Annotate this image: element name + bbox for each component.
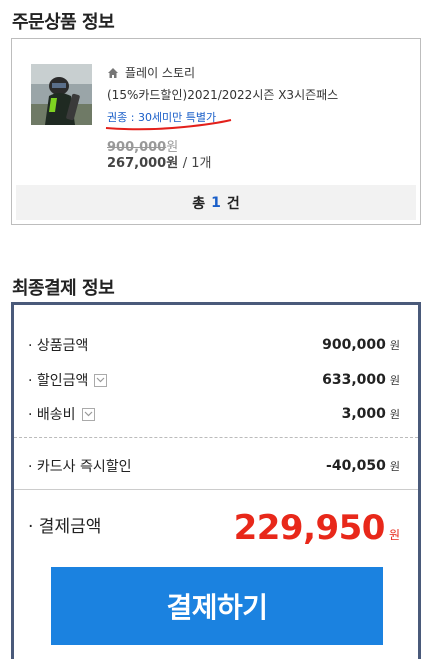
discount-amount-text: · 할인금액: [28, 373, 89, 389]
row-card-discount: · 카드사 즉시할인 -40,050 원: [28, 455, 400, 477]
card-discount-label: · 카드사 즉시할인: [28, 459, 132, 475]
home-icon: [108, 67, 118, 78]
row-product-amount: · 상품금액 900,000 원: [28, 334, 400, 356]
card-discount-value: -40,050 원: [326, 458, 400, 474]
ticket-type-option: 권종 : 30세미만 특별가: [107, 111, 217, 124]
product-amount-unit: 원: [389, 339, 400, 352]
product-thumbnail[interactable]: [31, 64, 92, 125]
shipping-fee-value: 3,000 원: [342, 406, 400, 422]
dashed-divider: [14, 437, 418, 438]
total-count: 1: [211, 194, 221, 211]
card-discount-number: -40,050: [326, 458, 386, 474]
card-discount-unit: 원: [389, 460, 400, 473]
product-name[interactable]: (15%카드할인)2021/2022시즌 X3시즌패스: [107, 86, 338, 103]
product-amount-label: · 상품금액: [28, 338, 89, 354]
final-amount-label: · 결제금액: [28, 517, 102, 537]
final-amount-value: 229,950 원: [234, 508, 400, 548]
shipping-fee-text: · 배송비: [28, 407, 76, 423]
order-product-box: 플레이 스토리 (15%카드할인)2021/2022시즌 X3시즌패스 권종 :…: [11, 38, 421, 225]
product-amount-number: 900,000: [322, 337, 386, 353]
final-amount-unit: 원: [388, 528, 400, 542]
product-amount-value: 900,000 원: [322, 337, 400, 353]
final-amount-number: 229,950: [233, 508, 386, 548]
total-suffix: 건: [226, 195, 240, 212]
sale-price: 267,000원 / 1개: [107, 152, 211, 171]
shipping-fee-label: · 배송비: [28, 404, 95, 424]
row-discount-amount: · 할인금액 633,000 원: [28, 369, 400, 391]
row-shipping-fee: · 배송비 3,000 원: [28, 403, 400, 425]
payment-section-title: 최종결제 정보: [12, 278, 115, 299]
discount-amount-unit: 원: [389, 374, 400, 387]
shop-link[interactable]: 플레이 스토리: [107, 64, 195, 81]
sale-price-value: 267,000원: [107, 156, 179, 171]
payment-box: · 상품금액 900,000 원 · 할인금액 633,000 원 · 배송비 …: [11, 302, 421, 659]
discount-amount-label: · 할인금액: [28, 370, 108, 390]
shipping-fee-number: 3,000: [341, 406, 386, 422]
shipping-fee-unit: 원: [389, 408, 400, 421]
discount-amount-value: 633,000 원: [322, 372, 400, 388]
total-count-bar: 총 1 건: [16, 185, 416, 220]
pay-button[interactable]: 결제하기: [51, 567, 383, 645]
quantity: / 1개: [182, 156, 212, 171]
chevron-down-icon[interactable]: [81, 407, 95, 421]
total-prefix: 총: [192, 195, 206, 212]
solid-divider: [14, 489, 418, 490]
chevron-down-icon[interactable]: [94, 373, 108, 387]
discount-amount-number: 633,000: [322, 372, 386, 388]
order-section-title: 주문상품 정보: [12, 12, 115, 33]
shop-name: 플레이 스토리: [125, 66, 196, 80]
